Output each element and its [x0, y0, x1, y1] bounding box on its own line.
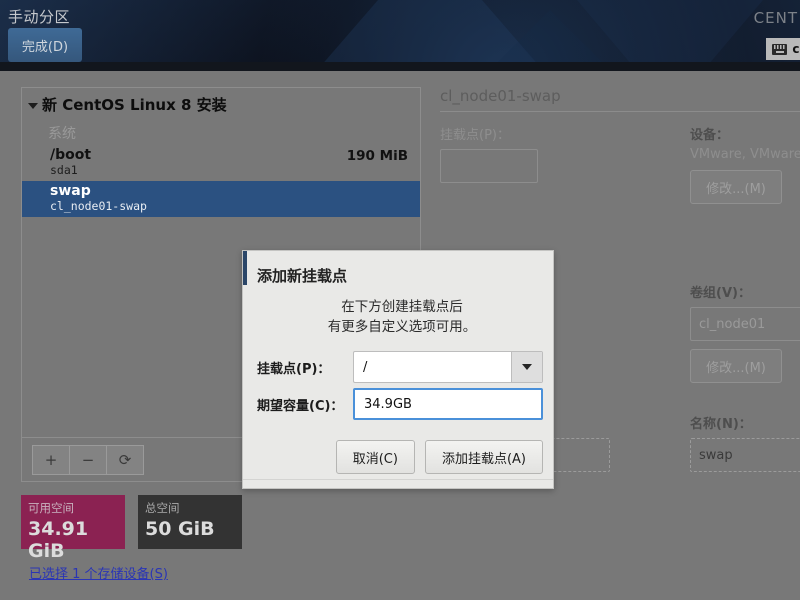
chevron-down-icon — [28, 102, 38, 109]
partition-name: swap — [50, 183, 91, 199]
detail-device-value: VMware, VMware V — [690, 147, 800, 162]
volume-group-combo[interactable]: cl_node01 (0 — [690, 307, 800, 341]
header-facet-decoration — [430, 10, 670, 62]
chevron-down-icon[interactable] — [511, 352, 542, 383]
add-mount-point-button[interactable]: 添加挂载点(A) — [424, 440, 543, 474]
product-title: CENT — [753, 9, 798, 27]
available-space-box: 可用空间 34.91 GiB — [21, 495, 125, 562]
remove-partition-button[interactable]: − — [69, 444, 107, 475]
installer-screen: 手动分区 完成(D) CENT cn 新 CentOS Linux 8 安装 系… — [0, 0, 800, 600]
dialog-mount-point-combo[interactable]: / — [353, 351, 543, 384]
partition-device: cl_node01-swap — [50, 199, 147, 213]
detail-mount-point-label: 挂载点(P)： — [440, 128, 510, 143]
dialog-bottom-divider — [243, 479, 553, 480]
dialog-form: 挂载点(P)： / 期望容量(C)： 34.9GB — [243, 337, 553, 421]
dialog-description-line2: 有更多自定义选项可用。 — [327, 318, 477, 335]
detail-mount-point-input[interactable] — [440, 149, 538, 183]
page-body: 新 CentOS Linux 8 安装 系统 /boot sda1 190 Mi… — [0, 71, 800, 600]
total-space-value: 50 GiB — [145, 518, 215, 540]
keyboard-icon — [772, 43, 788, 55]
partition-group-label: 系统 — [48, 126, 76, 142]
install-tree-label: 新 CentOS Linux 8 安装 — [42, 96, 227, 114]
detail-device-label: 设备： — [690, 128, 730, 143]
volume-group-value: cl_node01 — [699, 316, 766, 332]
dialog-title: 添加新挂载点 — [257, 267, 348, 285]
partition-row-boot[interactable]: /boot sda1 190 MiB — [22, 145, 420, 181]
volume-group-label: 卷组(V)： — [690, 286, 751, 301]
header-facet-decoration — [300, 0, 560, 62]
dialog-description: 在下方创建挂载点后 有更多自定义选项可用。 — [243, 286, 553, 337]
add-mount-point-dialog: 添加新挂载点 在下方创建挂载点后 有更多自定义选项可用。 挂载点(P)： / 期… — [242, 250, 554, 489]
page-title: 手动分区 — [8, 8, 71, 26]
name-field-input[interactable]: swap — [690, 438, 800, 472]
cancel-button[interactable]: 取消(C) — [335, 440, 415, 474]
done-button[interactable]: 完成(D) — [8, 28, 82, 62]
available-space-caption: 可用空间 — [28, 501, 74, 515]
dialog-actions: 取消(C) 添加挂载点(A) — [335, 440, 543, 474]
name-field-label: 名称(N)： — [690, 417, 752, 432]
space-summary: 可用空间 34.91 GiB 总空间 50 GiB — [21, 495, 242, 562]
header-facet-decoration — [560, 0, 780, 62]
keyboard-layout-indicator[interactable]: cn — [766, 38, 800, 60]
dialog-mount-point-value: / — [363, 359, 368, 375]
total-space-box: 总空间 50 GiB — [138, 495, 242, 549]
dialog-capacity-label: 期望容量(C)： — [257, 398, 344, 414]
partition-size: 190 MiB — [346, 148, 408, 164]
dialog-mount-point-row: 挂载点(P)： / — [253, 351, 543, 384]
app-header: 手动分区 完成(D) CENT cn — [0, 0, 800, 62]
partition-device: sda1 — [50, 163, 78, 177]
dialog-capacity-row: 期望容量(C)： 34.9GB — [253, 388, 543, 421]
detail-panel-title: cl_node01-swap — [440, 87, 561, 105]
detail-panel-divider — [440, 111, 800, 112]
add-partition-button[interactable]: + — [32, 444, 70, 475]
install-tree-header[interactable]: 新 CentOS Linux 8 安装 — [22, 88, 420, 119]
header-underbar — [0, 62, 800, 71]
total-space-caption: 总空间 — [145, 501, 180, 515]
device-modify-button[interactable]: 修改...(M) — [690, 170, 782, 204]
selected-storage-link[interactable]: 已选择 1 个存储设备(S) — [29, 563, 168, 582]
available-space-value: 34.91 GiB — [28, 518, 89, 562]
keyboard-layout-label: cn — [792, 42, 800, 56]
partition-row-swap[interactable]: swap cl_node01-swap — [22, 181, 420, 217]
dialog-capacity-input[interactable]: 34.9GB — [353, 388, 543, 421]
volume-group-modify-button[interactable]: 修改...(M) — [690, 349, 782, 383]
dialog-mount-point-label: 挂载点(P)： — [257, 361, 331, 377]
dialog-description-line1: 在下方创建挂载点后 — [341, 299, 463, 315]
refresh-button[interactable]: ⟳ — [106, 444, 144, 475]
